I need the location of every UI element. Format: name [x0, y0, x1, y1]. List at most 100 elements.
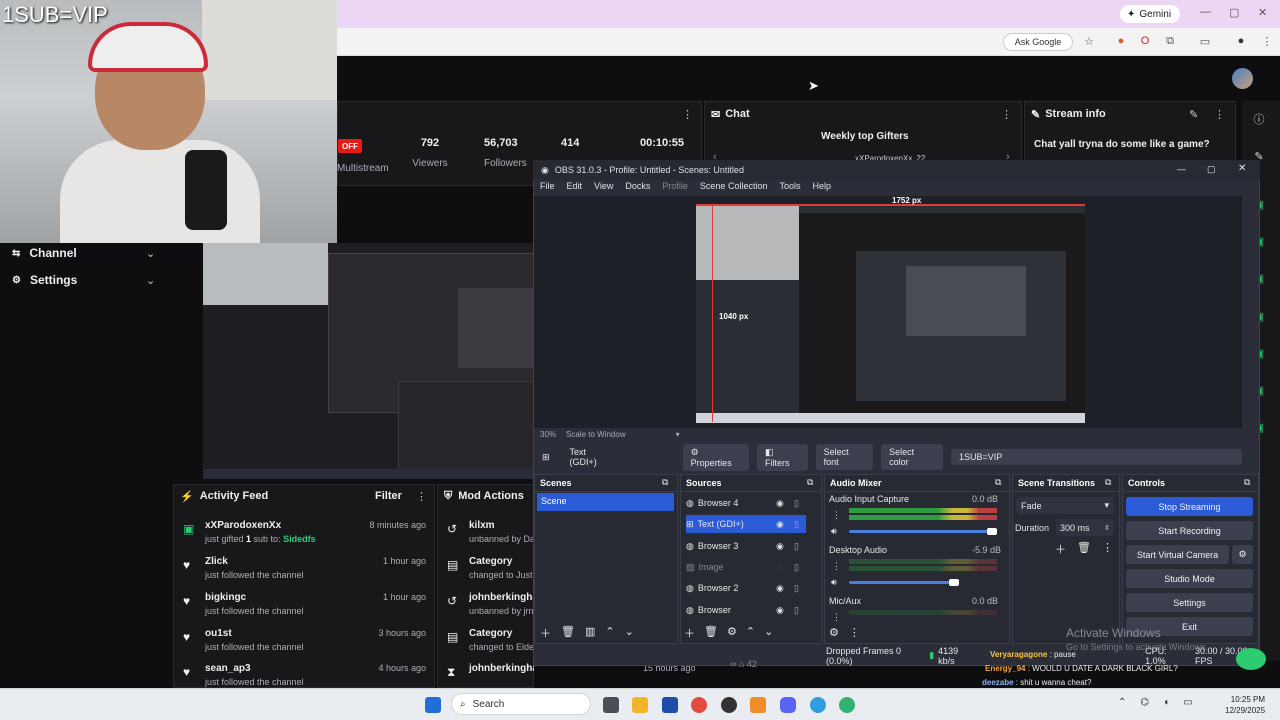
- sidebar-item-channel[interactable]: ⇆ Channel: [12, 244, 77, 262]
- add-icon[interactable]: ＋: [1055, 541, 1066, 557]
- duration-stepper[interactable]: 300 ms ⇳: [1056, 519, 1114, 536]
- windows-start-icon[interactable]: [425, 697, 441, 713]
- undock-icon[interactable]: ⧉: [1105, 477, 1111, 488]
- ask-google-button[interactable]: Ask Google: [1003, 33, 1073, 51]
- eye-icon[interactable]: ◉: [776, 498, 784, 509]
- slider-knob[interactable]: [987, 528, 997, 535]
- source-item[interactable]: ◍ Browser: [686, 601, 806, 619]
- extension-icon[interactable]: ●: [1114, 35, 1128, 49]
- sidepanel-icon[interactable]: ▭: [1198, 35, 1212, 49]
- close-window-icon[interactable]: ✕: [1258, 6, 1267, 19]
- kebab-icon[interactable]: ⋮: [1102, 541, 1113, 557]
- battery-icon[interactable]: ▭: [1183, 697, 1192, 708]
- filter-icon[interactable]: ▥: [585, 625, 595, 641]
- undock-icon[interactable]: ⧉: [995, 477, 1001, 488]
- puzzle-icon[interactable]: ⧉: [1163, 35, 1177, 49]
- stream-info-menu-icon[interactable]: ⋮: [1214, 108, 1225, 121]
- network-icon[interactable]: ⌬: [1140, 697, 1149, 708]
- virtual-camera-settings-icon[interactable]: ⚙: [1232, 545, 1253, 564]
- sidebar-item-settings[interactable]: ⚙ Settings: [12, 271, 77, 289]
- edit-icon[interactable]: ✎: [1189, 108, 1198, 121]
- source-item[interactable]: ◍ Browser 2: [686, 579, 806, 597]
- list-item[interactable]: ▣ xXParodoxenXx just gifted 1 sub to: Si…: [183, 520, 426, 550]
- list-item[interactable]: ↺ johnberkingha unbanned by jrn: [447, 592, 534, 622]
- list-item[interactable]: ♥ Zlick just followed the channel 1 hour…: [183, 556, 426, 586]
- chevron-up-icon[interactable]: ⌃: [1118, 697, 1126, 708]
- filters-button[interactable]: ◧ Filters: [757, 443, 808, 471]
- menu-profile[interactable]: Profile: [656, 181, 694, 196]
- stats-menu-icon[interactable]: ⋮: [682, 108, 693, 121]
- clock[interactable]: 10:25 PM 12/29/2025: [1225, 694, 1265, 716]
- list-item[interactable]: ⧗ johnberkingham: [447, 663, 534, 685]
- mixer-menu-icon[interactable]: ⋮: [832, 561, 841, 572]
- start-recording-button[interactable]: Start Recording: [1126, 521, 1253, 540]
- trash-icon[interactable]: 🗑: [704, 625, 718, 641]
- menu-docks[interactable]: Docks: [619, 181, 656, 196]
- chrome-icon[interactable]: [691, 697, 707, 713]
- bookmark-star-icon[interactable]: ☆: [1082, 35, 1096, 49]
- menu-tools[interactable]: Tools: [773, 181, 806, 196]
- add-icon[interactable]: ＋: [540, 625, 551, 641]
- source-item[interactable]: ▨ Image: [686, 558, 806, 576]
- trash-icon[interactable]: 🗑: [561, 625, 575, 641]
- add-icon[interactable]: ＋: [684, 625, 695, 641]
- stop-streaming-button[interactable]: Stop Streaming: [1126, 497, 1253, 516]
- gear-icon[interactable]: ⚙: [829, 626, 839, 639]
- menu-file[interactable]: File: [534, 181, 561, 196]
- mixer-menu-icon[interactable]: ⋮: [832, 612, 841, 623]
- chevron-down-icon[interactable]: ⌄: [146, 274, 155, 287]
- browser-taskbar-icon[interactable]: [810, 697, 826, 713]
- undock-icon[interactable]: ⧉: [1244, 477, 1250, 488]
- gear-icon[interactable]: ⚙: [727, 625, 737, 641]
- list-item[interactable]: ♥ bigkingc just followed the channel 1 h…: [183, 592, 426, 622]
- store-icon[interactable]: [662, 697, 678, 713]
- info-circle-icon[interactable]: ⓘ: [1252, 111, 1266, 126]
- chat-overlay-icon[interactable]: [1236, 648, 1266, 670]
- speaker-icon[interactable]: 🔊︎: [831, 526, 837, 537]
- start-virtual-camera-button[interactable]: Start Virtual Camera: [1126, 545, 1229, 564]
- obs-taskbar-icon[interactable]: [721, 697, 737, 713]
- volume-icon[interactable]: ◖: [1163, 697, 1169, 708]
- menu-scene-collection[interactable]: Scene Collection: [694, 181, 774, 196]
- source-item[interactable]: ⊞ Text (GDI+): [686, 515, 806, 533]
- slider-knob[interactable]: [949, 579, 959, 586]
- obs-minimize-icon[interactable]: —: [1177, 164, 1186, 174]
- eye-hidden-icon[interactable]: ◌: [776, 562, 781, 572]
- select-font-button[interactable]: Select font: [815, 444, 874, 470]
- volume-slider[interactable]: [849, 579, 959, 586]
- menu-view[interactable]: View: [588, 181, 619, 196]
- app-icon[interactable]: [750, 697, 766, 713]
- lock-icon[interactable]: ▯: [794, 605, 799, 616]
- list-item[interactable]: ▤ Category changed to Elde: [447, 628, 534, 658]
- lock-icon[interactable]: ▯: [794, 498, 799, 509]
- trash-icon[interactable]: 🗑: [1077, 541, 1091, 557]
- minimize-icon[interactable]: —: [1200, 6, 1211, 18]
- arrow-down-icon[interactable]: ⌄: [625, 625, 634, 641]
- settings-button[interactable]: Settings: [1126, 593, 1253, 612]
- avatar[interactable]: [1232, 68, 1253, 89]
- chat-menu-icon[interactable]: ⋮: [1001, 108, 1012, 121]
- studio-mode-button[interactable]: Studio Mode: [1126, 569, 1253, 588]
- eye-icon[interactable]: ◉: [776, 519, 784, 530]
- lock-icon[interactable]: ▯: [794, 541, 799, 552]
- app-icon-2[interactable]: [839, 697, 855, 713]
- lock-icon[interactable]: ▯: [794, 583, 799, 594]
- file-explorer-icon[interactable]: [632, 697, 648, 713]
- eye-icon[interactable]: ◉: [776, 605, 784, 616]
- kebab-icon[interactable]: ⋮: [849, 626, 860, 639]
- filter-button[interactable]: Filter: [375, 490, 402, 502]
- undock-icon[interactable]: ⧉: [807, 477, 813, 488]
- taskbar-search[interactable]: ⌕ Search: [451, 693, 591, 715]
- list-item[interactable]: ♥ ou1st just followed the channel 3 hour…: [183, 628, 426, 658]
- obs-program-preview[interactable]: [696, 204, 1085, 423]
- discord-icon[interactable]: [780, 697, 796, 713]
- list-item[interactable]: ▤ Category changed to Just: [447, 556, 534, 586]
- list-item[interactable]: ↺ kilxm unbanned by Da: [447, 520, 534, 550]
- speaker-icon[interactable]: 🔊︎: [831, 577, 837, 588]
- maximize-icon[interactable]: ▢: [1229, 6, 1239, 19]
- arrow-up-icon[interactable]: ⌃: [605, 625, 614, 641]
- transition-select[interactable]: Fade ▾: [1016, 497, 1114, 514]
- gemini-button[interactable]: ✦ Gemini: [1120, 5, 1180, 23]
- activity-menu-icon[interactable]: ⋮: [416, 490, 427, 503]
- arrow-up-icon[interactable]: ⌃: [746, 625, 755, 641]
